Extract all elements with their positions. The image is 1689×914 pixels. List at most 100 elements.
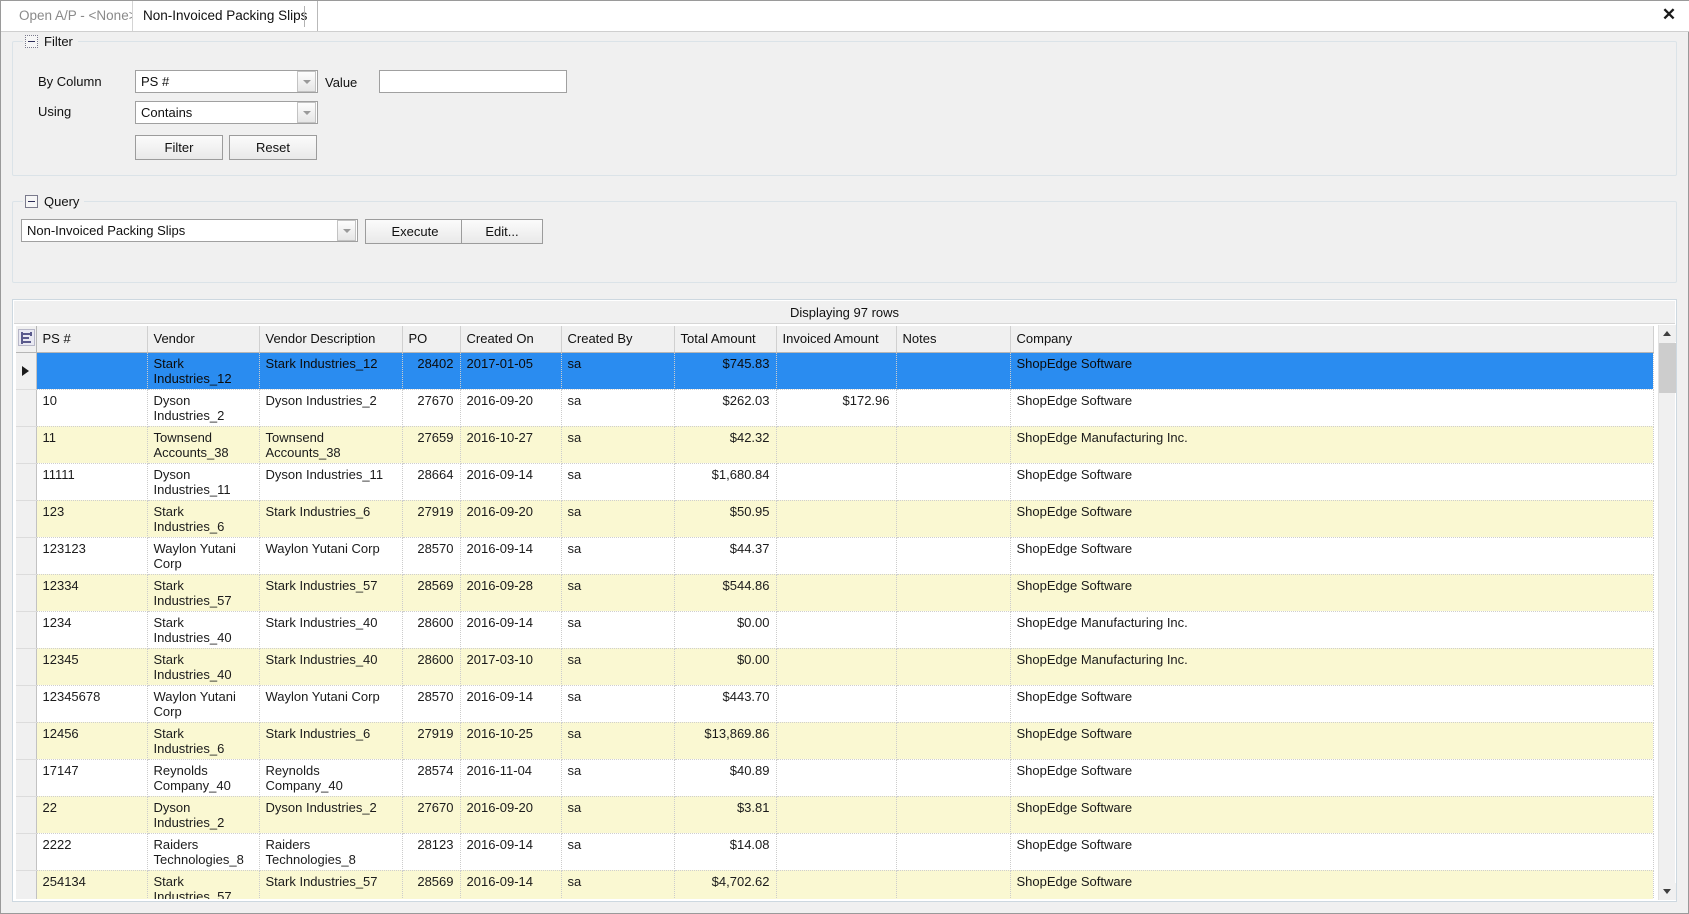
cell-total-amount[interactable]: $50.95 bbox=[674, 500, 777, 538]
cell-vendor-description[interactable]: Reynolds Company_40 bbox=[259, 759, 403, 797]
cell-total-amount[interactable]: $4,702.62 bbox=[674, 870, 777, 899]
cell-invoiced-amount[interactable] bbox=[776, 759, 897, 797]
cell-notes[interactable] bbox=[896, 352, 1011, 390]
cell-total-amount[interactable]: $44.37 bbox=[674, 537, 777, 575]
cell-total-amount[interactable]: $40.89 bbox=[674, 759, 777, 797]
reset-button[interactable]: Reset bbox=[229, 135, 317, 160]
chevron-down-icon[interactable] bbox=[297, 71, 316, 92]
cell-notes[interactable] bbox=[896, 648, 1011, 686]
cell-created-on[interactable]: 2017-01-05 bbox=[460, 352, 562, 390]
value-input[interactable] bbox=[379, 70, 567, 93]
cell-po[interactable]: 28123 bbox=[402, 833, 461, 871]
cell-vendor-description[interactable]: Stark Industries_6 bbox=[259, 722, 403, 760]
tab-open-ap[interactable]: Open A/P - <None> bbox=[9, 1, 147, 31]
cell-total-amount[interactable]: $14.08 bbox=[674, 833, 777, 871]
cell-created-on[interactable]: 2016-09-14 bbox=[460, 833, 562, 871]
cell-ps[interactable]: 12334 bbox=[36, 574, 148, 612]
cell-vendor[interactable]: Stark Industries_12 bbox=[147, 352, 260, 390]
cell-notes[interactable] bbox=[896, 463, 1011, 501]
cell-total-amount[interactable]: $544.86 bbox=[674, 574, 777, 612]
cell-total-amount[interactable]: $745.83 bbox=[674, 352, 777, 390]
table-row[interactable]: 12334 Stark Industries_57 Stark Industries… bbox=[16, 574, 1654, 612]
cell-invoiced-amount[interactable] bbox=[776, 685, 897, 723]
table-row[interactable]: 2222 Raiders Technologies_8 Raiders Techno… bbox=[16, 833, 1654, 871]
cell-created-on[interactable]: 2016-09-14 bbox=[460, 537, 562, 575]
cell-created-on[interactable]: 2016-09-20 bbox=[460, 796, 562, 834]
cell-ps[interactable]: 10 bbox=[36, 389, 148, 427]
row-selector[interactable] bbox=[16, 648, 37, 686]
column-header-created-by[interactable]: Created By bbox=[561, 326, 675, 353]
cell-total-amount[interactable]: $262.03 bbox=[674, 389, 777, 427]
cell-vendor-description[interactable]: Stark Industries_40 bbox=[259, 648, 403, 686]
query-select[interactable]: Non-Invoiced Packing Slips bbox=[21, 219, 358, 242]
cell-created-on[interactable]: 2016-09-20 bbox=[460, 389, 562, 427]
cell-created-by[interactable]: sa bbox=[561, 537, 675, 575]
cell-vendor[interactable]: Townsend Accounts_38 bbox=[147, 426, 260, 464]
cell-vendor[interactable]: Stark Industries_40 bbox=[147, 648, 260, 686]
cell-ps[interactable]: 1234 bbox=[36, 611, 148, 649]
cell-po[interactable]: 28600 bbox=[402, 648, 461, 686]
cell-vendor[interactable]: Stark Industries_57 bbox=[147, 870, 260, 899]
column-header-vendor[interactable]: Vendor bbox=[147, 326, 260, 353]
cell-invoiced-amount[interactable] bbox=[776, 352, 897, 390]
cell-created-by[interactable]: sa bbox=[561, 463, 675, 501]
cell-created-by[interactable]: sa bbox=[561, 648, 675, 686]
table-row[interactable]: 123 Stark Industries_6 Stark Industries_6 2… bbox=[16, 500, 1654, 538]
cell-po[interactable]: 27670 bbox=[402, 796, 461, 834]
cell-invoiced-amount[interactable] bbox=[776, 796, 897, 834]
cell-notes[interactable] bbox=[896, 574, 1011, 612]
table-row[interactable]: 11111 Dyson Industries_11 Dyson Industries… bbox=[16, 463, 1654, 501]
cell-notes[interactable] bbox=[896, 759, 1011, 797]
cell-ps[interactable]: 123 bbox=[36, 500, 148, 538]
cell-company[interactable]: ShopEdge Manufacturing Inc. bbox=[1010, 426, 1654, 464]
cell-vendor[interactable]: Reynolds Company_40 bbox=[147, 759, 260, 797]
cell-vendor[interactable]: Stark Industries_6 bbox=[147, 722, 260, 760]
column-header-notes[interactable]: Notes bbox=[896, 326, 1011, 353]
cell-total-amount[interactable]: $3.81 bbox=[674, 796, 777, 834]
table-row[interactable]: 12345678 Waylon Yutani Corp Waylon Yutani … bbox=[16, 685, 1654, 723]
cell-po[interactable]: 28570 bbox=[402, 537, 461, 575]
row-selector[interactable] bbox=[16, 537, 37, 575]
cell-created-by[interactable]: sa bbox=[561, 685, 675, 723]
cell-created-on[interactable]: 2016-09-14 bbox=[460, 685, 562, 723]
scroll-down-icon[interactable] bbox=[1659, 883, 1676, 900]
row-selector[interactable] bbox=[16, 463, 37, 501]
cell-vendor-description[interactable]: Stark Industries_57 bbox=[259, 574, 403, 612]
cell-company[interactable]: ShopEdge Software bbox=[1010, 870, 1654, 899]
cell-vendor[interactable]: Dyson Industries_11 bbox=[147, 463, 260, 501]
cell-notes[interactable] bbox=[896, 722, 1011, 760]
cell-company[interactable]: ShopEdge Software bbox=[1010, 796, 1654, 834]
cell-company[interactable]: ShopEdge Software bbox=[1010, 833, 1654, 871]
cell-ps[interactable]: 12345 bbox=[36, 648, 148, 686]
table-row[interactable]: 1234 Stark Industries_40 Stark Industries_… bbox=[16, 611, 1654, 649]
table-row[interactable]: 10 Dyson Industries_2 Dyson Industries_2 27… bbox=[16, 389, 1654, 427]
cell-invoiced-amount[interactable] bbox=[776, 611, 897, 649]
cell-ps[interactable]: 12345678 bbox=[36, 685, 148, 723]
cell-notes[interactable] bbox=[896, 537, 1011, 575]
chevron-down-icon[interactable] bbox=[337, 220, 356, 241]
cell-created-on[interactable]: 2016-09-14 bbox=[460, 870, 562, 899]
cell-total-amount[interactable]: $13,869.86 bbox=[674, 722, 777, 760]
cell-created-on[interactable]: 2016-09-28 bbox=[460, 574, 562, 612]
cell-vendor-description[interactable]: Raiders Technologies_8 bbox=[259, 833, 403, 871]
cell-created-by[interactable]: sa bbox=[561, 611, 675, 649]
cell-vendor[interactable]: Raiders Technologies_8 bbox=[147, 833, 260, 871]
cell-vendor-description[interactable]: Dyson Industries_11 bbox=[259, 463, 403, 501]
column-header-company[interactable]: Company bbox=[1010, 326, 1654, 353]
cell-created-by[interactable]: sa bbox=[561, 796, 675, 834]
cell-notes[interactable] bbox=[896, 796, 1011, 834]
cell-company[interactable]: ShopEdge Manufacturing Inc. bbox=[1010, 611, 1654, 649]
cell-created-by[interactable]: sa bbox=[561, 833, 675, 871]
cell-ps[interactable]: 254134 bbox=[36, 870, 148, 899]
cell-po[interactable]: 28569 bbox=[402, 574, 461, 612]
cell-created-by[interactable]: sa bbox=[561, 870, 675, 899]
cell-company[interactable]: ShopEdge Software bbox=[1010, 759, 1654, 797]
cell-total-amount[interactable]: $0.00 bbox=[674, 611, 777, 649]
cell-created-by[interactable]: sa bbox=[561, 759, 675, 797]
cell-company[interactable]: ShopEdge Software bbox=[1010, 722, 1654, 760]
cell-vendor-description[interactable]: Waylon Yutani Corp bbox=[259, 537, 403, 575]
cell-po[interactable]: 28600 bbox=[402, 611, 461, 649]
cell-notes[interactable] bbox=[896, 685, 1011, 723]
cell-vendor-description[interactable]: Townsend Accounts_38 bbox=[259, 426, 403, 464]
cell-company[interactable]: ShopEdge Software bbox=[1010, 685, 1654, 723]
